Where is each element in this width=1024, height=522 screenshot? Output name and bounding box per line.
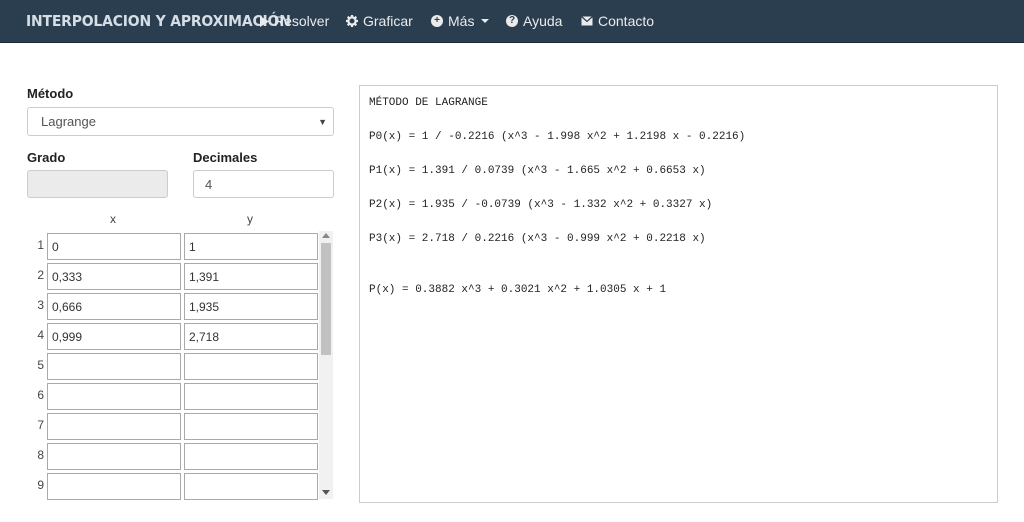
play-icon (259, 15, 269, 27)
x-cell[interactable] (47, 413, 181, 440)
grado-input[interactable] (27, 170, 168, 198)
nav-ayuda[interactable]: ? Ayuda (506, 13, 562, 29)
table-scrollbar[interactable] (319, 231, 333, 499)
table-row: 5 (27, 350, 319, 380)
row-number: 3 (37, 298, 44, 312)
x-cell[interactable] (47, 353, 181, 380)
row-number: 6 (37, 388, 44, 402)
chevron-down-icon: ▼ (318, 117, 327, 127)
scrollbar-thumb[interactable] (321, 243, 331, 355)
nav-resolver[interactable]: Resolver (259, 13, 329, 29)
nav-graficar[interactable]: Graficar (346, 13, 413, 29)
row-number: 4 (37, 328, 44, 342)
y-cell[interactable] (184, 353, 318, 380)
x-cell[interactable]: 0,999 (47, 323, 181, 350)
column-header-y: y (247, 212, 253, 226)
metodo-select[interactable]: Lagrange ▼ (27, 107, 334, 136)
y-cell[interactable] (184, 413, 318, 440)
output-title: MÉTODO DE LAGRANGE (369, 97, 488, 109)
x-cell[interactable]: 0,333 (47, 263, 181, 290)
nav-graficar-label: Graficar (363, 13, 413, 29)
x-cell[interactable] (47, 473, 181, 500)
table-row: 9 (27, 470, 319, 500)
y-cell[interactable]: 2,718 (184, 323, 318, 350)
x-cell[interactable] (47, 443, 181, 470)
metodo-label: Método (27, 86, 74, 101)
y-cell[interactable] (184, 473, 318, 500)
table-row: 8 (27, 440, 319, 470)
nav-mas-dropdown[interactable]: + Más (431, 13, 490, 29)
caret-down-icon (481, 19, 490, 23)
nav-mas-label: Más (448, 13, 475, 29)
nav-contacto-label: Contacto (598, 13, 655, 29)
output-line-p3: P3(x) = 2.718 / 0.2216 (x^3 - 0.999 x^2 … (369, 233, 706, 245)
decimales-input[interactable]: 4 (193, 170, 334, 198)
table-row: 1 0 1 (27, 230, 319, 260)
metodo-selected-value: Lagrange (41, 114, 96, 129)
y-cell[interactable]: 1 (184, 233, 318, 260)
x-cell[interactable] (47, 383, 181, 410)
table-row: 7 (27, 410, 319, 440)
data-table: 1 0 1 2 0,333 1,391 3 0,666 1,935 4 0,99… (27, 230, 334, 500)
output-line-p1: P1(x) = 1.391 / 0.0739 (x^3 - 1.665 x^2 … (369, 165, 706, 177)
output-line-p0: P0(x) = 1 / -0.2216 (x^3 - 1.998 x^2 + 1… (369, 131, 746, 143)
table-row: 3 0,666 1,935 (27, 290, 319, 320)
y-cell[interactable]: 1,391 (184, 263, 318, 290)
row-number: 7 (37, 418, 44, 432)
table-row: 2 0,333 1,391 (27, 260, 319, 290)
row-number: 8 (37, 448, 44, 462)
x-cell[interactable]: 0,666 (47, 293, 181, 320)
row-number: 9 (37, 478, 44, 492)
y-cell[interactable] (184, 383, 318, 410)
scroll-up-arrow-icon[interactable] (322, 233, 330, 238)
x-cell[interactable]: 0 (47, 233, 181, 260)
row-number: 5 (37, 358, 44, 372)
table-row: 4 0,999 2,718 (27, 320, 319, 350)
column-header-x: x (110, 212, 116, 226)
nav-contacto[interactable]: Contacto (581, 13, 654, 29)
nav-resolver-label: Resolver (274, 13, 330, 29)
navbar: INTERPOLACION Y APROXIMACIÓN Resolver Gr… (0, 0, 1024, 43)
scroll-down-arrow-icon[interactable] (322, 490, 330, 495)
row-number: 2 (37, 268, 44, 282)
row-number: 1 (37, 238, 44, 252)
plus-circle-icon: + (431, 15, 443, 27)
brand-title[interactable]: INTERPOLACION Y APROXIMACIÓN (26, 12, 291, 30)
table-row: 6 (27, 380, 319, 410)
results-output[interactable]: MÉTODO DE LAGRANGE P0(x) = 1 / -0.2216 (… (359, 85, 998, 503)
nav-ayuda-label: Ayuda (523, 13, 563, 29)
envelope-icon (581, 16, 593, 26)
gear-icon (346, 15, 358, 27)
y-cell[interactable] (184, 443, 318, 470)
output-line-p2: P2(x) = 1.935 / -0.0739 (x^3 - 1.332 x^2… (369, 199, 713, 211)
y-cell[interactable]: 1,935 (184, 293, 318, 320)
grado-label: Grado (27, 150, 66, 165)
question-circle-icon: ? (506, 15, 518, 27)
decimales-label: Decimales (193, 150, 258, 165)
output-line-polynomial: P(x) = 0.3882 x^3 + 0.3021 x^2 + 1.0305 … (369, 284, 667, 296)
